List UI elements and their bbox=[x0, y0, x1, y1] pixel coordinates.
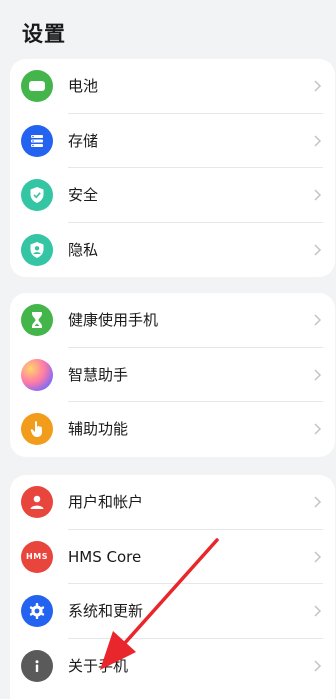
annotation-arrow-icon bbox=[100, 538, 219, 670]
settings-page: 设置 电池 存储 安全 隐私 健康使用手机 智慧助手 辅助功能 用户和帐户 HM… bbox=[0, 0, 336, 699]
